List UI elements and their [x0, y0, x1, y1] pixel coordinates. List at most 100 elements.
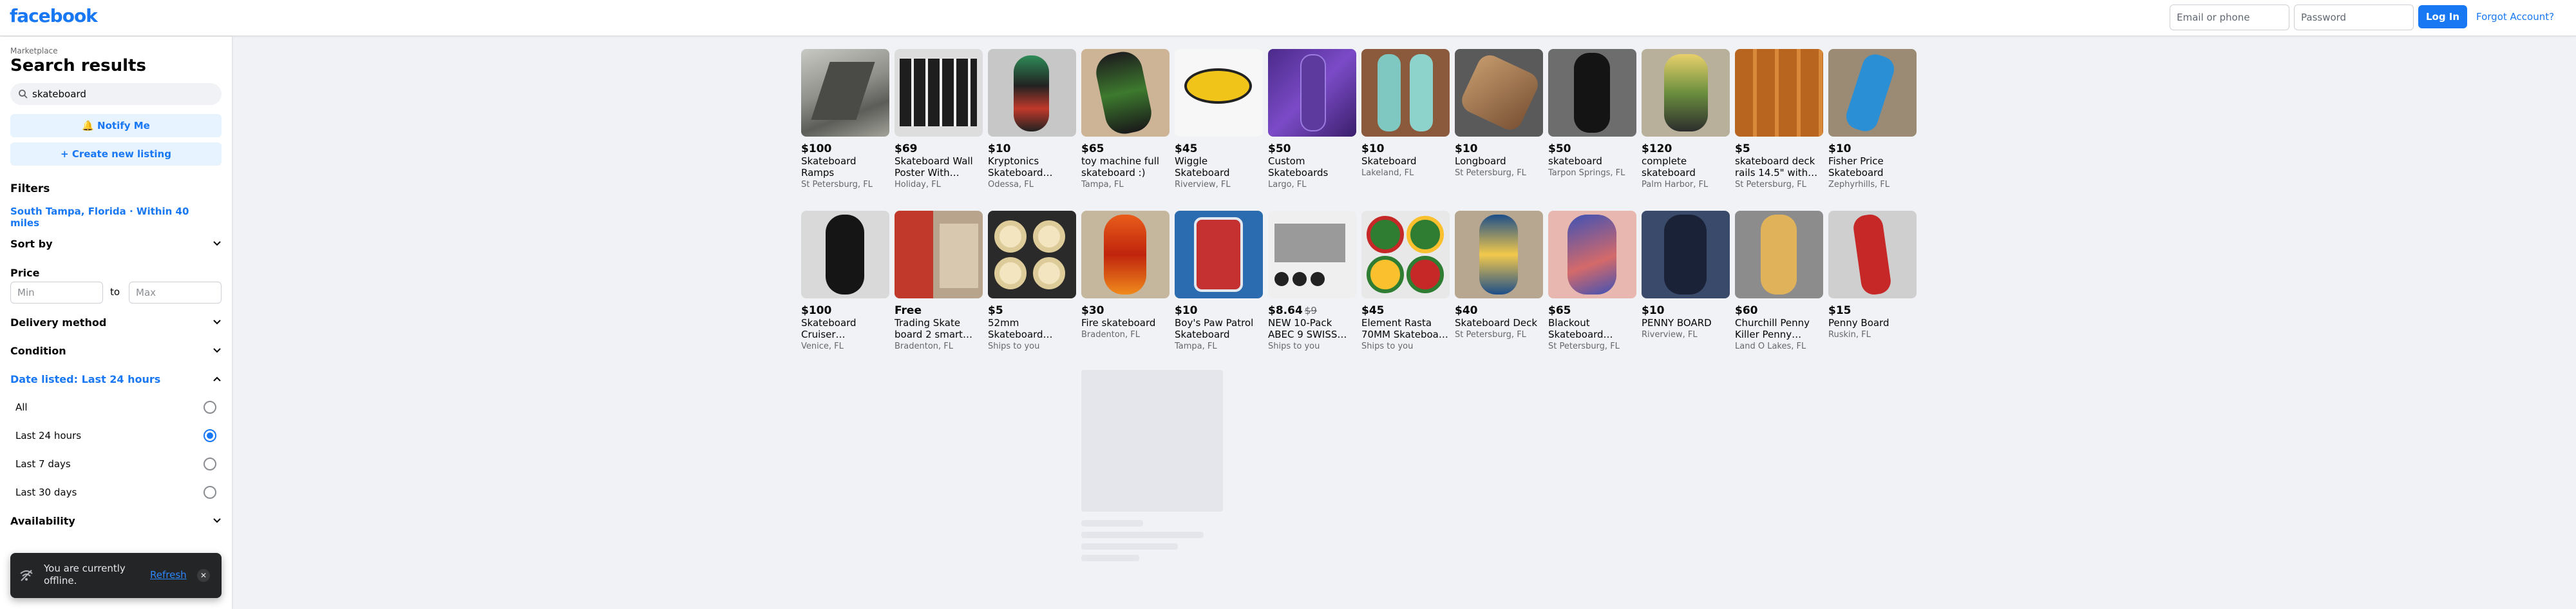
- date-listed-label: Date listed: Last 24 hours: [10, 373, 161, 385]
- listing-card[interactable]: $45 Wiggle Skateboard Riverview, FL: [1175, 49, 1263, 190]
- listing-image[interactable]: [801, 211, 889, 298]
- radio-button[interactable]: [204, 401, 216, 414]
- listing-card[interactable]: Free Trading Skate board 2 smart… Braden…: [895, 211, 983, 352]
- search-input[interactable]: skateboard: [10, 83, 222, 105]
- listing-image[interactable]: [988, 211, 1076, 298]
- listing-image[interactable]: [1361, 49, 1450, 137]
- listing-card[interactable]: $10 Boy's Paw Patrol Skateboard Tampa, F…: [1175, 211, 1263, 352]
- listing-card[interactable]: $60 Churchill Penny Killer Penny… Land O…: [1735, 211, 1823, 352]
- date-option-24h[interactable]: Last 24 hours: [10, 423, 222, 449]
- listing-image[interactable]: [801, 49, 889, 137]
- listing-price: $120: [1642, 142, 1672, 155]
- listing-price: $100: [801, 142, 832, 155]
- date-option-30d[interactable]: Last 30 days: [10, 479, 222, 505]
- listing-card[interactable]: $45 Element Rasta 70MM Skateboa… Ships t…: [1361, 211, 1450, 352]
- listing-card[interactable]: $10 Kryptonics Skateboard… Odessa, FL: [988, 49, 1076, 190]
- listing-card[interactable]: $10 Longboard St Petersburg, FL: [1455, 49, 1543, 179]
- listing-location: Ships to you: [1268, 342, 1320, 351]
- listing-image[interactable]: [1175, 211, 1263, 298]
- listing-image[interactable]: [1361, 211, 1450, 298]
- listing-card[interactable]: $69 Skateboard Wall Poster With… Holiday…: [895, 49, 983, 190]
- listing-card[interactable]: $15 Penny Board Ruskin, FL: [1828, 211, 1917, 340]
- email-field[interactable]: Email or phone: [2170, 5, 2289, 30]
- availability-label: Availability: [10, 515, 75, 527]
- location-filter[interactable]: South Tampa, Florida · Within 40 miles: [10, 206, 204, 229]
- listing-image[interactable]: [1828, 49, 1917, 137]
- listing-card[interactable]: $100 Skateboard Cruiser… Venice, FL: [801, 211, 889, 352]
- listing-title: Fisher Price Skateboard: [1828, 155, 1884, 179]
- placeholder-line: [1081, 520, 1143, 527]
- listing-location: Holiday, FL: [895, 180, 941, 189]
- listing-image[interactable]: [1642, 211, 1730, 298]
- placeholder-image: [1081, 370, 1223, 512]
- availability-filter[interactable]: Availability: [10, 515, 222, 527]
- radio-button-selected[interactable]: [204, 429, 216, 442]
- listing-card[interactable]: $8.64 $9 NEW 10-Pack ABEC 9 SWISS… Ships …: [1268, 211, 1356, 352]
- listing-image[interactable]: [1081, 211, 1170, 298]
- condition-filter[interactable]: Condition: [10, 345, 222, 357]
- listing-image[interactable]: [1455, 211, 1543, 298]
- listing-location: St Petersburg, FL: [1455, 168, 1526, 178]
- listing-card[interactable]: $5 52mm Skateboard… Ships to you: [988, 211, 1076, 352]
- price-max-input[interactable]: Max: [129, 282, 222, 304]
- listing-card[interactable]: $10 Skateboard Lakeland, FL: [1361, 49, 1450, 179]
- radio-button[interactable]: [204, 486, 216, 499]
- listing-card[interactable]: $40 Skateboard Deck St Petersburg, FL: [1455, 211, 1543, 340]
- listing-image[interactable]: [895, 49, 983, 137]
- chevron-down-icon: [213, 241, 221, 246]
- listing-image[interactable]: [1081, 49, 1170, 137]
- date-option-7d[interactable]: Last 7 days: [10, 451, 222, 477]
- listing-price: $45: [1361, 304, 1385, 317]
- listing-card[interactable]: $120 complete skateboard Palm Harbor, FL: [1642, 49, 1730, 190]
- listing-price: $10: [1455, 142, 1478, 155]
- login-button[interactable]: Log In: [2418, 5, 2467, 28]
- listing-card[interactable]: $65 toy machine full skateboard :) Tampa…: [1081, 49, 1170, 190]
- listing-image[interactable]: [1735, 49, 1823, 137]
- listing-location: St Petersburg, FL: [1455, 330, 1526, 340]
- listing-image[interactable]: [1642, 49, 1730, 137]
- radio-button[interactable]: [204, 458, 216, 470]
- create-listing-button[interactable]: + Create new listing: [10, 142, 222, 166]
- listing-title: Skateboard: [1361, 155, 1417, 167]
- listing-image[interactable]: [1455, 49, 1543, 137]
- listing-location: Land O Lakes, FL: [1735, 342, 1806, 351]
- listing-card[interactable]: $5 skateboard deck rails 14.5" with… St …: [1735, 49, 1823, 190]
- listing-location: Zephyrhills, FL: [1828, 180, 1890, 189]
- listing-card[interactable]: $50 Custom Skateboards Largo, FL: [1268, 49, 1356, 190]
- listing-image[interactable]: [1175, 49, 1263, 137]
- listing-title: Skateboard Deck: [1455, 317, 1538, 329]
- listing-image[interactable]: [1548, 49, 1636, 137]
- sort-by-filter[interactable]: Sort by: [10, 238, 222, 250]
- listing-title: toy machine full skateboard :): [1081, 155, 1160, 179]
- listing-image[interactable]: [895, 211, 983, 298]
- listing-image[interactable]: [1548, 211, 1636, 298]
- notify-me-button[interactable]: 🔔 Notify Me: [10, 114, 222, 137]
- forgot-account-link[interactable]: Forgot Account?: [2476, 11, 2554, 23]
- listing-card[interactable]: $100 Skateboard Ramps St Petersburg, FL: [801, 49, 889, 190]
- listing-card[interactable]: $10 PENNY BOARD Riverview, FL: [1642, 211, 1730, 340]
- listing-card[interactable]: $50 skateboard Tarpon Springs, FL: [1548, 49, 1636, 179]
- listing-price: $50: [1268, 142, 1291, 155]
- delivery-method-filter[interactable]: Delivery method: [10, 316, 222, 329]
- listing-image[interactable]: [1268, 49, 1356, 137]
- close-icon[interactable]: ✕: [197, 569, 210, 582]
- price-min-input[interactable]: Min: [10, 282, 103, 304]
- date-option-all[interactable]: All: [10, 394, 222, 420]
- placeholder-line: [1081, 555, 1139, 561]
- listing-card[interactable]: $10 Fisher Price Skateboard Zephyrhills,…: [1828, 49, 1917, 190]
- breadcrumb[interactable]: Marketplace: [10, 46, 58, 55]
- listing-title: Element Rasta 70MM Skateboa…: [1361, 317, 1448, 340]
- date-listed-filter[interactable]: Date listed: Last 24 hours: [10, 373, 222, 385]
- listing-card[interactable]: $65 Blackout Skateboard… St Petersburg, …: [1548, 211, 1636, 352]
- refresh-link[interactable]: Refresh: [150, 569, 187, 581]
- listing-image[interactable]: [1828, 211, 1917, 298]
- offline-toast: You are currently offline. Refresh ✕: [10, 553, 222, 598]
- condition-label: Condition: [10, 345, 66, 357]
- listing-card[interactable]: $30 Fire skateboard Bradenton, FL: [1081, 211, 1170, 340]
- listing-title: Fire skateboard: [1081, 317, 1156, 329]
- listing-image[interactable]: [1735, 211, 1823, 298]
- password-field[interactable]: Password: [2294, 5, 2414, 30]
- listing-image[interactable]: [988, 49, 1076, 137]
- facebook-logo[interactable]: facebook: [10, 5, 98, 26]
- listing-image[interactable]: [1268, 211, 1356, 298]
